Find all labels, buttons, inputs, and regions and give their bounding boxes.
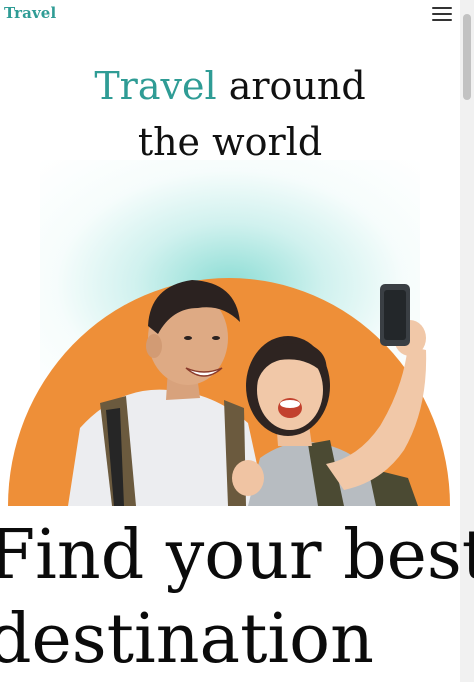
hamburger-icon-bar [432, 19, 452, 21]
headline-line1: Find your best [0, 516, 474, 595]
scrollbar-thumb[interactable] [463, 14, 471, 100]
brand-logo-link[interactable]: Travel [4, 4, 56, 22]
hamburger-icon [432, 7, 452, 9]
hero-title-rest: around [216, 64, 366, 108]
hero-title: Travel around the world [0, 58, 460, 170]
top-navbar: Travel [0, 0, 460, 28]
hero-title-accent: Travel [94, 64, 217, 108]
hero-title-line2: the world [137, 120, 323, 164]
headline-line2: destination [0, 600, 374, 679]
hamburger-menu-button[interactable] [432, 6, 452, 22]
hamburger-icon-bar [432, 13, 452, 15]
headline: Find your best destination [0, 514, 474, 682]
couple-selfie-image [8, 268, 450, 506]
